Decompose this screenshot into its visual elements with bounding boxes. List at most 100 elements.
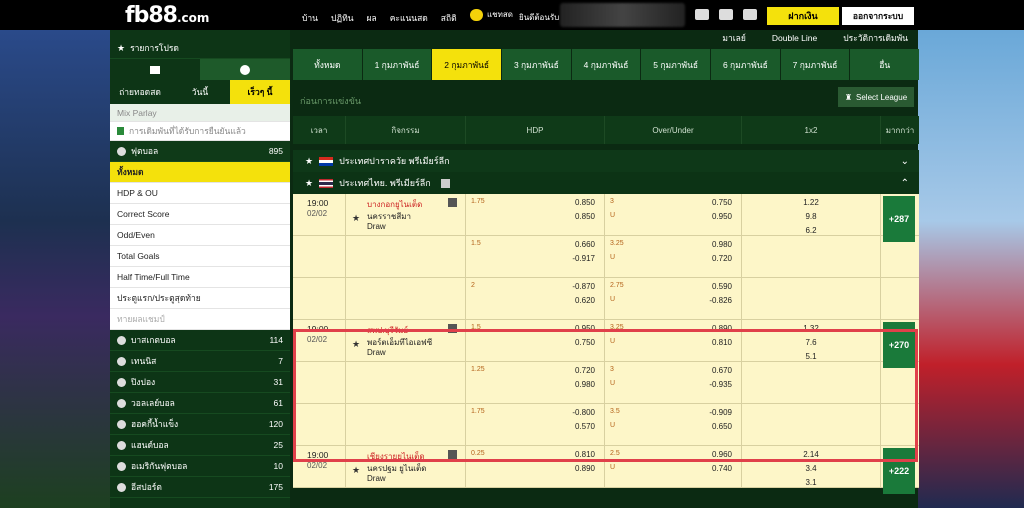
- tab-today[interactable]: วันนี้: [170, 80, 230, 104]
- promo-icon[interactable]: [695, 9, 709, 20]
- under-odds[interactable]: 0.740: [712, 464, 732, 473]
- hdp-away-odds[interactable]: 0.570: [575, 422, 595, 431]
- odds-2[interactable]: 9.8: [742, 212, 880, 221]
- sidebar-favorites[interactable]: ★ รายการโปรด: [110, 38, 290, 59]
- market-hdp-ou[interactable]: HDP & OU: [110, 183, 290, 204]
- hdp-home-odds[interactable]: -0.800: [572, 408, 595, 417]
- sidebar-sport-american-football[interactable]: อเมริกันฟุตบอล 10: [110, 456, 290, 477]
- market-ht-ft[interactable]: Half Time/Full Time: [110, 267, 290, 288]
- hdp-home-odds[interactable]: 0.950: [575, 324, 595, 333]
- over-odds[interactable]: 0.590: [712, 282, 732, 291]
- over-odds[interactable]: 0.670: [712, 366, 732, 375]
- hdp-away-odds[interactable]: 0.850: [575, 212, 595, 221]
- hdp-away-odds[interactable]: -0.917: [572, 254, 595, 263]
- league-row-paraguay[interactable]: ★ ประเทศปาราควัย พรีเมียร์ลีก ⌄: [293, 150, 919, 172]
- hdp-away-odds[interactable]: 0.620: [575, 296, 595, 305]
- hdp-home-odds[interactable]: 0.810: [575, 450, 595, 459]
- market-odd-even[interactable]: Odd/Even: [110, 225, 290, 246]
- sidebar-sport-football[interactable]: ฟุตบอล 895: [110, 141, 290, 162]
- user-icon[interactable]: [719, 9, 733, 20]
- date-tab-4[interactable]: 4 กุมภาพันธ์: [571, 49, 641, 80]
- list-icon[interactable]: [743, 9, 757, 20]
- over-odds[interactable]: 0.960: [712, 450, 732, 459]
- market-all[interactable]: ทั้งหมด: [110, 162, 290, 183]
- tab-early[interactable]: เร็วๆ นี้: [230, 80, 290, 104]
- over-odds[interactable]: 0.980: [712, 240, 732, 249]
- hdp-away-odds[interactable]: 0.890: [575, 464, 595, 473]
- line-mode-select[interactable]: Double Line: [772, 33, 817, 43]
- sidebar-sport-ice-hockey[interactable]: ฮอคกี้น้ำแข็ง 120: [110, 414, 290, 435]
- date-tab-3[interactable]: 3 กุมภาพันธ์: [502, 49, 571, 80]
- chevron-up-icon[interactable]: ⌃: [901, 178, 909, 189]
- sidebar-sport-tennis[interactable]: เทนนิส 7: [110, 351, 290, 372]
- hdp-away-odds[interactable]: 0.980: [575, 380, 595, 389]
- site-logo[interactable]: fb88.com: [125, 3, 209, 28]
- date-tab-other[interactable]: อื่น: [850, 49, 920, 80]
- soccer-ball-icon[interactable]: [200, 59, 290, 80]
- hdp-home-odds[interactable]: 0.850: [575, 198, 595, 207]
- hdp-home-odds[interactable]: 0.720: [575, 366, 595, 375]
- hdp-away-odds[interactable]: 0.750: [575, 338, 595, 347]
- odds-1[interactable]: 1.22: [742, 198, 880, 207]
- stats-icon[interactable]: [448, 324, 457, 333]
- favorite-star-icon[interactable]: ★: [352, 465, 360, 476]
- odds-type-select[interactable]: มาเลย์: [722, 31, 745, 45]
- favorite-star-icon[interactable]: ★: [305, 178, 313, 189]
- tab-live[interactable]: ถ่ายทอดสด: [110, 80, 170, 104]
- sidebar-sport-esports[interactable]: อีสปอร์ต 175: [110, 477, 290, 498]
- date-tab-1[interactable]: 1 กุมภาพันธ์: [362, 49, 432, 80]
- odds-x[interactable]: 6.2: [742, 226, 880, 235]
- league-row-thailand[interactable]: ★ ประเทศไทย. พรีเมียร์ลีก ⌃: [293, 172, 919, 194]
- nav-home[interactable]: บ้าน: [302, 11, 318, 25]
- sidebar-sport-basketball[interactable]: บาสเกตบอล 114: [110, 330, 290, 351]
- mix-parlay[interactable]: Mix Parlay: [110, 104, 290, 122]
- odds-2[interactable]: 3.4: [742, 464, 880, 473]
- nav-results[interactable]: ผล: [367, 11, 377, 25]
- under-odds[interactable]: -0.826: [709, 296, 732, 305]
- hdp-home-odds[interactable]: -0.870: [572, 282, 595, 291]
- under-odds[interactable]: 0.950: [712, 212, 732, 221]
- sidebar-sport-volleyball[interactable]: วอลเลย์บอล 61: [110, 393, 290, 414]
- under-odds[interactable]: 0.720: [712, 254, 732, 263]
- odds-2[interactable]: 7.6: [742, 338, 880, 347]
- hdp-home-odds[interactable]: 0.660: [575, 240, 595, 249]
- market-first-last-goal[interactable]: ประตูแรก/ประตูสุดท้าย: [110, 288, 290, 309]
- deposit-button[interactable]: ฝากเงิน: [767, 7, 839, 25]
- logout-button[interactable]: ออกจากระบบ: [842, 7, 914, 25]
- under-odds[interactable]: 0.650: [712, 422, 732, 431]
- odds-1[interactable]: 2.14: [742, 450, 880, 459]
- list-view-icon[interactable]: [110, 59, 200, 80]
- favorite-star-icon[interactable]: ★: [352, 213, 360, 224]
- date-tab-6[interactable]: 6 กุมภาพันธ์: [711, 49, 780, 80]
- bet-history-link[interactable]: ประวัติการเดิมพัน: [843, 31, 908, 45]
- odds-x[interactable]: 3.1: [742, 478, 880, 487]
- date-tab-2[interactable]: 2 กุมภาพันธ์: [432, 49, 502, 80]
- nav-calendar[interactable]: ปฏิทิน: [331, 11, 354, 25]
- more-markets-button[interactable]: +222: [883, 448, 915, 494]
- under-odds[interactable]: 0.810: [712, 338, 732, 347]
- market-correct-score[interactable]: Correct Score: [110, 204, 290, 225]
- odds-x[interactable]: 5.1: [742, 352, 880, 361]
- market-total-goals[interactable]: Total Goals: [110, 246, 290, 267]
- locked-bets-item[interactable]: การเดิมพันที่ได้รับการยืนยันแล้ว: [110, 122, 290, 141]
- favorite-star-icon[interactable]: ★: [305, 156, 313, 167]
- stats-icon[interactable]: [440, 178, 450, 188]
- nav-stats[interactable]: สถิติ: [441, 11, 457, 25]
- stats-icon[interactable]: [448, 450, 457, 459]
- select-league-button[interactable]: ♜ Select League: [838, 87, 914, 107]
- over-odds[interactable]: -0.909: [709, 408, 732, 417]
- over-odds[interactable]: 0.890: [712, 324, 732, 333]
- date-tab-7[interactable]: 7 กุมภาพันธ์: [780, 49, 850, 80]
- under-odds[interactable]: -0.935: [709, 380, 732, 389]
- odds-1[interactable]: 1.32: [742, 324, 880, 333]
- sidebar-sport-handball[interactable]: แฮนด์บอล 25: [110, 435, 290, 456]
- favorite-star-icon[interactable]: ★: [352, 339, 360, 350]
- live-chat-button[interactable]: แชทสด: [470, 8, 513, 21]
- date-tab-5[interactable]: 5 กุมภาพันธ์: [641, 49, 711, 80]
- stats-icon[interactable]: [448, 198, 457, 207]
- nav-live-score[interactable]: คะแนนสด: [390, 11, 428, 25]
- chevron-down-icon[interactable]: ⌄: [901, 156, 909, 167]
- over-odds[interactable]: 0.750: [712, 198, 732, 207]
- market-outright[interactable]: ทายผลแชมป์: [110, 309, 290, 330]
- date-tab-all[interactable]: ทั้งหมด: [293, 49, 362, 80]
